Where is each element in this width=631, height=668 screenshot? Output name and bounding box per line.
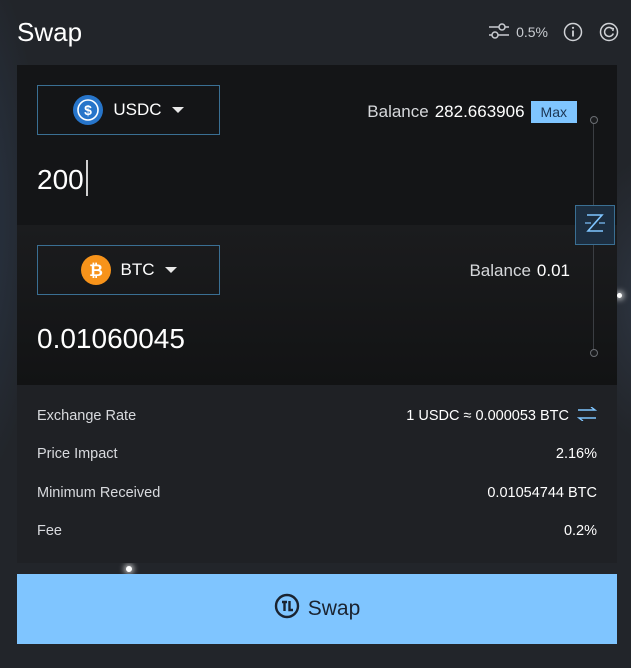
- from-token-selector[interactable]: $ USDC: [37, 85, 220, 135]
- swap-button[interactable]: Swap: [17, 574, 617, 644]
- detail-row-fee: Fee 0.2%: [37, 523, 597, 539]
- swap-header: Swap 0.5%: [17, 14, 620, 50]
- to-panel: ₿ BTC Balance 0.01 0.01060045: [17, 225, 617, 385]
- btc-icon: ₿: [80, 255, 111, 285]
- swap-logo-icon: [274, 593, 300, 625]
- detail-label: Fee: [37, 523, 62, 539]
- background-sparkle: [126, 566, 132, 572]
- chevron-down-icon: [171, 107, 184, 113]
- detail-label: Minimum Received: [37, 485, 161, 501]
- info-icon[interactable]: [562, 21, 584, 43]
- slippage-value: 0.5%: [516, 24, 548, 40]
- detail-label: Exchange Rate: [37, 408, 137, 424]
- text-cursor: [86, 160, 88, 196]
- background-sparkle: [617, 293, 622, 298]
- swap-details: Exchange Rate 1 USDC ≈ 0.000053 BTC Pric…: [17, 385, 617, 563]
- balance-value: 0.01: [536, 261, 570, 280]
- balance-value: 282.663906: [434, 102, 525, 121]
- detail-value: 1 USDC ≈ 0.000053 BTC: [406, 408, 569, 424]
- svg-text:₿: ₿: [89, 261, 103, 280]
- to-amount-value: 0.01060045: [37, 323, 185, 354]
- detail-row-price-impact: Price Impact 2.16%: [37, 446, 597, 462]
- from-balance: Balance 282.663906 Max: [367, 101, 577, 123]
- balance-label: Balance: [469, 261, 531, 280]
- rail-top-dot: [590, 116, 598, 124]
- header-tools: 0.5%: [488, 21, 620, 43]
- max-button[interactable]: Max: [530, 101, 577, 123]
- switch-direction-button[interactable]: [575, 205, 615, 245]
- detail-row-exchange-rate: Exchange Rate 1 USDC ≈ 0.000053 BTC: [37, 406, 598, 425]
- invert-rate-icon[interactable]: [576, 406, 598, 425]
- to-token-name: BTC: [120, 260, 155, 279]
- detail-value: 2.16%: [555, 446, 597, 462]
- slippage-settings-button[interactable]: 0.5%: [488, 22, 548, 43]
- detail-value: 0.01054744 BTC: [487, 485, 597, 501]
- page-title: Swap: [17, 16, 83, 47]
- detail-value-wrap: 1 USDC ≈ 0.000053 BTC: [406, 406, 598, 425]
- chevron-down-icon: [164, 267, 177, 273]
- from-panel: $ USDC Balance 282.663906 Max: [17, 65, 617, 225]
- detail-row-minimum-received: Minimum Received 0.01054744 BTC: [37, 485, 597, 501]
- usdc-icon: $: [73, 95, 104, 125]
- rail-bottom-dot: [590, 349, 598, 357]
- from-amount-input[interactable]: [37, 160, 557, 200]
- from-token-name: USDC: [113, 100, 162, 119]
- to-balance: Balance 0.01: [469, 261, 570, 281]
- svg-text:$: $: [85, 102, 93, 118]
- balance-label: Balance: [367, 102, 429, 121]
- refresh-icon[interactable]: [598, 21, 620, 43]
- sliders-icon: [488, 22, 510, 43]
- swap-direction-icon: [582, 210, 608, 241]
- detail-value: 0.2%: [563, 523, 597, 539]
- detail-label: Price Impact: [37, 446, 118, 462]
- swap-button-label: Swap: [307, 597, 361, 620]
- to-token-selector[interactable]: ₿ BTC: [37, 245, 220, 295]
